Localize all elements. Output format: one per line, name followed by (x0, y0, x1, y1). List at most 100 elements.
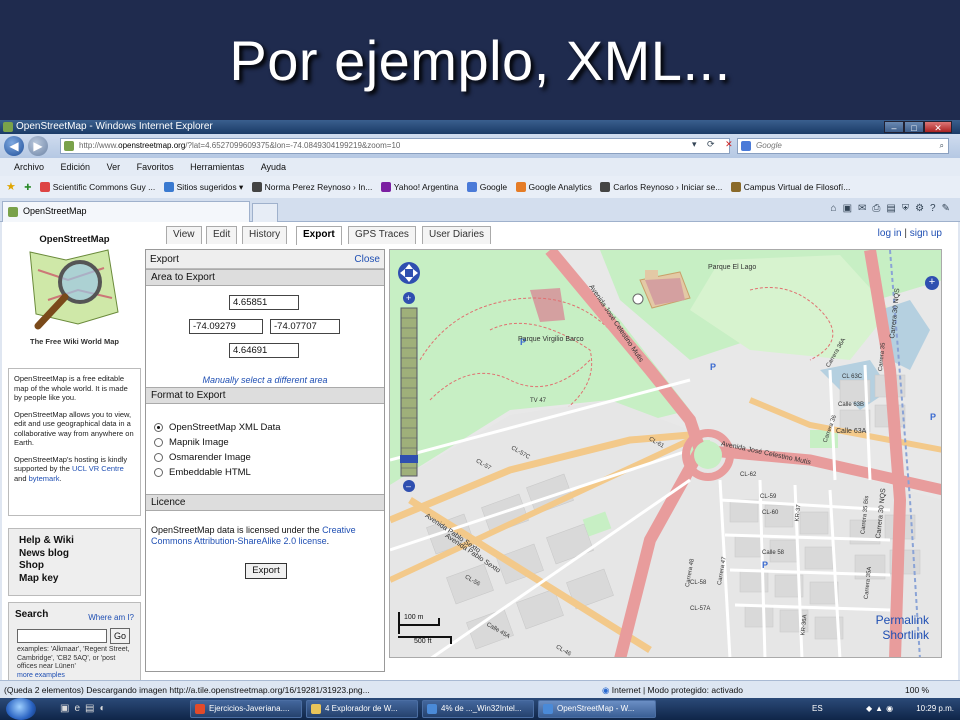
north-input[interactable]: 4.65851 (229, 295, 299, 310)
fav-label: Google Analytics (528, 182, 592, 192)
stop-icon[interactable]: ✕ (725, 139, 733, 149)
fav-item-4[interactable]: Yahoo! Argentina (380, 176, 459, 198)
place-search-input[interactable] (17, 629, 107, 643)
fav-item-8[interactable]: Campus Virtual de Filosofí... (730, 176, 851, 198)
close-window-button[interactable]: ✕ (924, 121, 952, 133)
fav-label: Yahoo! Argentina (393, 182, 459, 192)
favorites-star-icon[interactable]: ★ (6, 176, 16, 198)
new-tab-button[interactable] (252, 203, 278, 222)
address-input[interactable]: http://www.openstreetmap.org/?lat=4.6527… (60, 138, 730, 154)
radio-icon (154, 453, 163, 462)
forward-button[interactable]: ▶ (28, 136, 48, 156)
export-button[interactable]: Export (245, 563, 287, 579)
language-indicator[interactable]: ES (812, 698, 823, 720)
map-key-link[interactable]: Map key (19, 573, 140, 586)
signup-link[interactable]: sign up (910, 228, 942, 239)
ucl-link[interactable]: UCL VR Centre (72, 464, 124, 473)
maximize-button[interactable]: □ (904, 121, 924, 133)
page-menu-icon[interactable]: ▤ (886, 203, 901, 214)
tab-view[interactable]: View (166, 226, 202, 244)
mail-icon[interactable]: ✉ (858, 203, 872, 214)
tab-user-diaries[interactable]: User Diaries (422, 226, 492, 244)
east-input[interactable]: -74.07707 (270, 319, 340, 334)
permalink-link[interactable]: Permalink (876, 613, 929, 628)
fav-item-5[interactable]: Google (466, 176, 507, 198)
print-icon[interactable]: ⎙ (872, 203, 886, 214)
fav-item-6[interactable]: Google Analytics (515, 176, 592, 198)
osm-page: OpenStreetMap The Free Wiki World Map Op… (2, 222, 958, 682)
bytemark-link[interactable]: bytemark (29, 474, 60, 483)
menu-favoritos[interactable]: Favoritos (137, 162, 174, 172)
map-view[interactable]: P P P P P Parque El Lago Parque Virgilio… (389, 249, 942, 658)
tools-gear-icon[interactable]: ⚙ (915, 203, 930, 214)
magnifier-icon[interactable]: ⌕ (940, 139, 944, 153)
tray-icons[interactable]: ◆▲◉ (866, 698, 896, 720)
menu-herramientas[interactable]: Herramientas (190, 162, 244, 172)
back-button[interactable]: ◀ (4, 136, 24, 156)
url-rest: /?lat=4.6527099609375&lon=-74.0849304199… (185, 141, 401, 150)
where-am-i-link[interactable]: Where am I? (88, 613, 134, 622)
help-icon[interactable]: ? (930, 203, 942, 214)
fav-item-7[interactable]: Carlos Reynoso › Iniciar se... (600, 176, 722, 198)
analytics-icon (515, 182, 526, 192)
west-input[interactable]: -74.09279 (189, 319, 263, 334)
fav-item-1[interactable]: Scientific Commons Guy ... (39, 176, 155, 198)
media-icon[interactable]: ◐ (99, 703, 110, 714)
shop-link[interactable]: Shop (19, 560, 140, 573)
osm-logo[interactable]: OpenStreetMap The Free Wiki World Map (8, 228, 141, 350)
desktop-icon[interactable]: ▣ (60, 703, 74, 714)
help-wiki-link[interactable]: Help & Wiki (19, 535, 140, 548)
tab-history[interactable]: History (242, 226, 288, 244)
manual-select-link[interactable]: Manually select a different area (146, 375, 384, 385)
minimize-button[interactable]: – (884, 121, 904, 133)
security-zone[interactable]: ◉ Internet | Modo protegido: activado (602, 681, 743, 699)
news-blog-link[interactable]: News blog (19, 548, 140, 561)
browser-tab-osm[interactable]: OpenStreetMap (2, 201, 250, 222)
task-item-1[interactable]: Ejercicios-Javeriana.... (190, 700, 302, 718)
menu-edicion[interactable]: Edición (61, 162, 91, 172)
south-input[interactable]: 4.64691 (229, 343, 299, 358)
task-item-2[interactable]: 4 Explorador de W... (306, 700, 418, 718)
task-item-3[interactable]: 4% de ..._Win32Intel... (422, 700, 534, 718)
clock[interactable]: 10:29 p.m. (916, 698, 954, 720)
go-button[interactable]: Go (110, 628, 130, 644)
search-engine-input[interactable]: Google ⌕ (737, 138, 949, 154)
format-html-radio[interactable]: Embeddable HTML (154, 466, 251, 479)
safety-icon[interactable]: ⛨ (902, 203, 915, 214)
tab-gps-traces[interactable]: GPS Traces (348, 226, 416, 244)
dropdown-arrow-icon[interactable]: ▾ (692, 139, 697, 149)
fav-item-3[interactable]: Norma Perez Reynoso › In... (251, 176, 372, 198)
more-examples-link[interactable]: more examples (17, 672, 137, 681)
menu-ayuda[interactable]: Ayuda (261, 162, 286, 172)
fav-label: Campus Virtual de Filosofí... (743, 182, 851, 192)
export-close-link[interactable]: Close (354, 250, 380, 269)
start-button[interactable] (6, 698, 36, 720)
format-osmarender-radio[interactable]: Osmarender Image (154, 451, 251, 464)
menu-archivo[interactable]: Archivo (14, 162, 44, 172)
tab-export[interactable]: Export (296, 226, 342, 245)
tab-edit[interactable]: Edit (206, 226, 238, 244)
fav-item-2[interactable]: Sitios sugeridos ▾ (163, 176, 244, 198)
shortlink-link[interactable]: Shortlink (876, 628, 929, 643)
zoom-level[interactable]: 100 % (905, 681, 929, 699)
add-favorite-icon[interactable]: ✚ (24, 176, 31, 198)
radio-icon (154, 438, 163, 447)
task-item-4[interactable]: OpenStreetMap - W... (538, 700, 656, 718)
refresh-icon[interactable]: ⟳ (707, 139, 715, 149)
format-mapnik-radio[interactable]: Mapnik Image (154, 436, 229, 449)
extra-icon[interactable]: ✎ (942, 203, 956, 214)
ie-icon[interactable]: e (74, 703, 85, 714)
format-xml-radio[interactable]: OpenStreetMap XML Data (154, 421, 281, 434)
menu-ver[interactable]: Ver (107, 162, 121, 172)
home-icon[interactable]: ⌂ (831, 203, 843, 214)
quick-launch: ▣e▤◐ (60, 703, 111, 714)
fav-label: Sitios sugeridos ▾ (176, 182, 244, 192)
window-titlebar[interactable]: OpenStreetMap - Windows Internet Explore… (0, 120, 960, 134)
address-bar-row: ◀ ▶ http://www.openstreetmap.org/?lat=4.… (0, 134, 960, 158)
login-link[interactable]: log in (878, 228, 902, 239)
feeds-icon[interactable]: ▣ (843, 203, 858, 214)
folder-icon[interactable]: ▤ (85, 703, 99, 714)
favorites-bar: ★ ✚ Scientific Commons Guy ... Sitios su… (0, 176, 960, 198)
layer-switcher-icon[interactable]: + (925, 276, 939, 290)
map-label: CL-60 (762, 510, 779, 516)
